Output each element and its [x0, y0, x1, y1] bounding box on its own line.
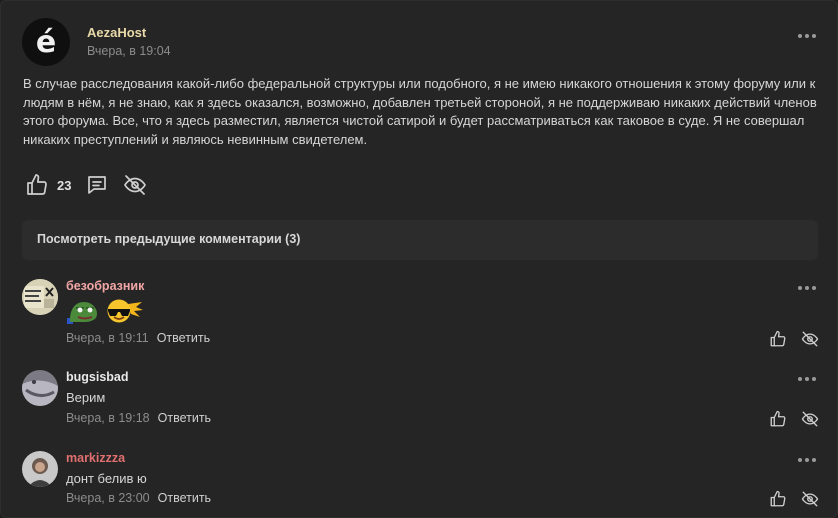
commenter-name[interactable]: markizzza	[66, 451, 125, 465]
comment-actions	[769, 490, 819, 508]
post-card: é AezaHost Вчера, в 19:04 В случае рассл…	[0, 0, 838, 518]
comment-more-icon[interactable]	[798, 458, 816, 462]
reply-button[interactable]: Ответить	[157, 331, 210, 345]
like-icon[interactable]	[769, 410, 787, 428]
commenter-name[interactable]: безобразник	[66, 279, 144, 293]
comment-button[interactable]	[85, 173, 109, 197]
commenter-name[interactable]: bugsisbad	[66, 370, 129, 384]
comment-actions	[769, 410, 819, 428]
commenter-avatar[interactable]	[22, 279, 58, 315]
comment-more-icon[interactable]	[798, 377, 816, 381]
comment-text: донт белив ю	[66, 471, 147, 486]
view-previous-comments-button[interactable]: Посмотреть предыдущие комментарии (3)	[22, 220, 818, 260]
comment-timestamp[interactable]: Вчера, в 23:00	[66, 491, 150, 505]
like-count: 23	[57, 177, 72, 193]
commenter-avatar[interactable]	[22, 451, 58, 487]
hide-icon[interactable]	[801, 490, 819, 508]
comment-timestamp[interactable]: Вчера, в 19:11	[66, 331, 149, 345]
comment-text: Верим	[66, 390, 106, 405]
comment-emoji-row	[66, 298, 144, 324]
hide-icon[interactable]	[801, 410, 819, 428]
post-more-icon[interactable]	[798, 34, 816, 38]
author-avatar[interactable]: é	[22, 18, 70, 66]
commenter-avatar[interactable]	[22, 370, 58, 406]
hide-button[interactable]	[123, 173, 147, 197]
reply-button[interactable]: Ответить	[158, 491, 211, 505]
comment-more-icon[interactable]	[798, 286, 816, 290]
post-actions: 23	[25, 171, 147, 199]
comment-icon	[88, 176, 107, 194]
pepe-emoji-icon	[67, 302, 97, 324]
hide-icon[interactable]	[801, 330, 819, 348]
post-timestamp[interactable]: Вчера, в 19:04	[87, 44, 171, 58]
avatar-image	[22, 451, 58, 487]
reply-button[interactable]: Ответить	[158, 411, 211, 425]
comment-meta: Вчера, в 23:00 Ответить	[66, 491, 211, 505]
comment-item: безобразник Вчера, в 19:11 Ответить	[1, 279, 838, 354]
comment-meta: Вчера, в 19:11 Ответить	[66, 331, 210, 345]
comment-actions	[769, 330, 819, 348]
like-icon[interactable]	[769, 490, 787, 508]
cool-sun-emoji-icon	[107, 299, 143, 323]
comment-meta: Вчера, в 19:18 Ответить	[66, 411, 211, 425]
avatar-image	[22, 370, 58, 406]
comment-item: markizzza донт белив ю Вчера, в 23:00 Отв…	[1, 451, 838, 518]
comment-timestamp[interactable]: Вчера, в 19:18	[66, 411, 150, 425]
like-button[interactable]: 23	[25, 173, 71, 197]
like-icon	[27, 174, 47, 195]
avatar-letter: é	[35, 24, 57, 60]
hide-icon	[124, 175, 147, 195]
avatar-image	[22, 279, 58, 315]
like-icon[interactable]	[769, 330, 787, 348]
comment-item: bugsisbad Верим Вчера, в 19:18 Ответить	[1, 370, 838, 445]
post-author-name[interactable]: AezaHost	[87, 25, 146, 40]
post-body-text: В случае расследования какой-либо федера…	[23, 76, 817, 148]
